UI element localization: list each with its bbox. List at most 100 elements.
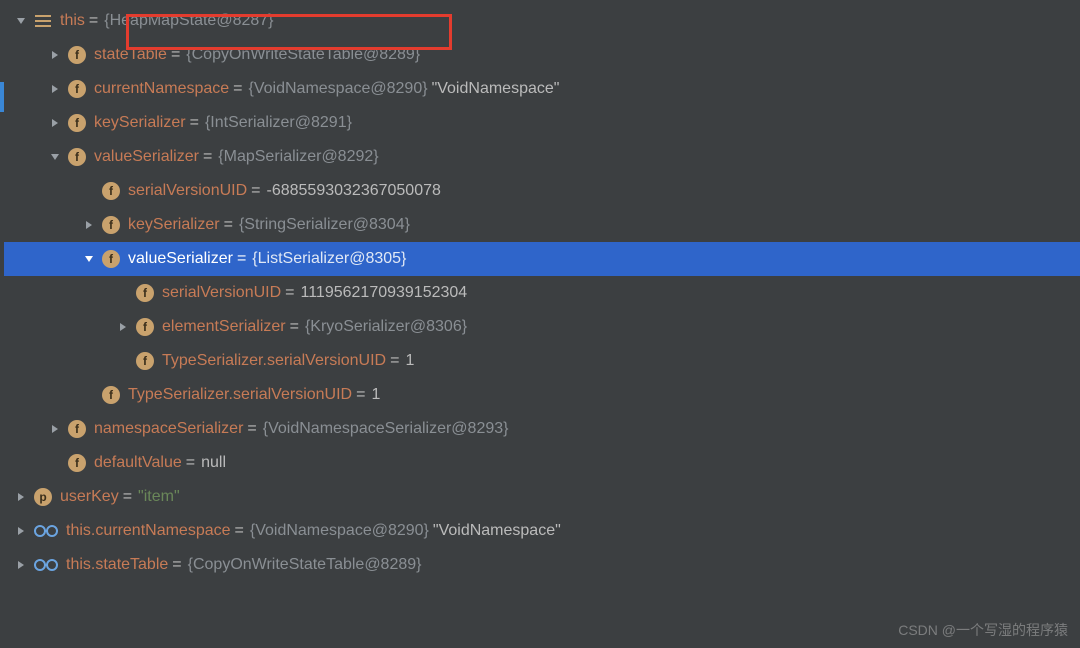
field-icon: f: [136, 352, 154, 370]
equals-sign: =: [224, 216, 233, 234]
watch-icon: [34, 556, 58, 574]
field-icon: f: [68, 80, 86, 98]
expand-arrow-right-icon[interactable]: [48, 48, 62, 62]
expand-arrow-right-icon[interactable]: [14, 490, 28, 504]
tree-row[interactable]: f keySerializer = {StringSerializer@8304}: [0, 208, 1080, 242]
field-icon: f: [68, 454, 86, 472]
field-icon: f: [102, 182, 120, 200]
variable-value: {HeapMapState@8287}: [104, 12, 273, 30]
variables-tree[interactable]: this = {HeapMapState@8287}fstateTable = …: [0, 0, 1080, 582]
variable-value: 1: [405, 352, 414, 370]
equals-sign: =: [89, 12, 98, 30]
equals-sign: =: [186, 454, 195, 472]
tree-row[interactable]: f keySerializer = {IntSerializer@8291}: [0, 106, 1080, 140]
variable-name: TypeSerializer.serialVersionUID: [128, 386, 352, 404]
field-icon: f: [102, 250, 120, 268]
variable-name: userKey: [60, 488, 119, 506]
variable-name: serialVersionUID: [128, 182, 247, 200]
tree-row[interactable]: f TypeSerializer.serialVersionUID = 1: [0, 344, 1080, 378]
field-icon: f: [68, 114, 86, 132]
variable-value: {CopyOnWriteStateTable@8289}: [188, 556, 422, 574]
field-icon: f: [68, 420, 86, 438]
expand-arrow-right-icon[interactable]: [116, 320, 130, 334]
variable-name: serialVersionUID: [162, 284, 281, 302]
variable-name: namespaceSerializer: [94, 420, 243, 438]
variable-value: {IntSerializer@8291}: [205, 114, 352, 132]
equals-sign: =: [172, 556, 181, 574]
equals-sign: =: [123, 488, 132, 506]
variable-name: elementSerializer: [162, 318, 286, 336]
tree-row[interactable]: f serialVersionUID = -6885593032367050078: [0, 174, 1080, 208]
variable-string-repr: "VoidNamespace": [433, 522, 561, 540]
variable-value: "item": [138, 488, 180, 506]
variable-value: {StringSerializer@8304}: [239, 216, 410, 234]
variable-name: this.stateTable: [66, 556, 168, 574]
expand-arrow-right-icon[interactable]: [48, 116, 62, 130]
expand-arrow-down-icon[interactable]: [14, 14, 28, 28]
tree-row[interactable]: fvalueSerializer = {ListSerializer@8305}: [0, 242, 1080, 276]
expand-arrow-down-icon[interactable]: [48, 150, 62, 164]
variable-name: keySerializer: [128, 216, 220, 234]
tree-row[interactable]: f serialVersionUID = 1119562170939152304: [0, 276, 1080, 310]
variable-name: valueSerializer: [128, 250, 233, 268]
equals-sign: =: [251, 182, 260, 200]
variable-name: TypeSerializer.serialVersionUID: [162, 352, 386, 370]
equals-sign: =: [171, 46, 180, 64]
variable-value: {MapSerializer@8292}: [218, 148, 378, 166]
tree-row[interactable]: f valueSerializer = {MapSerializer@8292}: [0, 140, 1080, 174]
variable-name: defaultValue: [94, 454, 182, 472]
breakpoint-marker: [0, 82, 4, 112]
variable-name: stateTable: [94, 46, 167, 64]
field-icon: f: [68, 148, 86, 166]
variable-value: {VoidNamespace@8290}: [249, 80, 428, 98]
equals-sign: =: [190, 114, 199, 132]
equals-sign: =: [390, 352, 399, 370]
equals-sign: =: [247, 420, 256, 438]
variable-string-repr: "VoidNamespace": [432, 80, 560, 98]
expand-arrow-right-icon[interactable]: [14, 558, 28, 572]
variable-value: 1: [371, 386, 380, 404]
variable-value: null: [201, 454, 226, 472]
parameter-icon: p: [34, 488, 52, 506]
expand-arrow-right-icon[interactable]: [14, 524, 28, 538]
variable-name: valueSerializer: [94, 148, 199, 166]
field-icon: f: [136, 318, 154, 336]
this-icon: [34, 12, 52, 30]
equals-sign: =: [203, 148, 212, 166]
equals-sign: =: [285, 284, 294, 302]
tree-row[interactable]: p userKey = "item": [0, 480, 1080, 514]
watermark: CSDN @一个写湿的程序猿: [898, 620, 1068, 640]
tree-row[interactable]: f elementSerializer = {KryoSerializer@830…: [0, 310, 1080, 344]
variable-value: {VoidNamespaceSerializer@8293}: [263, 420, 509, 438]
equals-sign: =: [237, 250, 246, 268]
tree-row[interactable]: this = {HeapMapState@8287}: [0, 4, 1080, 38]
variable-value: {KryoSerializer@8306}: [305, 318, 467, 336]
expand-arrow-right-icon[interactable]: [48, 82, 62, 96]
expand-arrow-down-icon[interactable]: [82, 252, 96, 266]
field-icon: f: [102, 216, 120, 234]
variable-value: -6885593032367050078: [267, 182, 441, 200]
field-icon: f: [102, 386, 120, 404]
variable-name: currentNamespace: [94, 80, 229, 98]
equals-sign: =: [235, 522, 244, 540]
expand-arrow-right-icon[interactable]: [48, 422, 62, 436]
tree-row[interactable]: f stateTable = {CopyOnWriteStateTable@828…: [0, 38, 1080, 72]
field-icon: f: [136, 284, 154, 302]
equals-sign: =: [233, 80, 242, 98]
variable-value: {CopyOnWriteStateTable@8289}: [186, 46, 420, 64]
field-icon: f: [68, 46, 86, 64]
variable-value: 1119562170939152304: [301, 284, 468, 302]
tree-row[interactable]: f currentNamespace = {VoidNamespace@8290}…: [0, 72, 1080, 106]
watch-icon: [34, 522, 58, 540]
expand-arrow-right-icon[interactable]: [82, 218, 96, 232]
tree-row[interactable]: this.stateTable = {CopyOnWriteStateTable…: [0, 548, 1080, 582]
tree-row[interactable]: f namespaceSerializer = {VoidNamespaceSer…: [0, 412, 1080, 446]
variable-value: {VoidNamespace@8290}: [250, 522, 429, 540]
tree-row[interactable]: f defaultValue = null: [0, 446, 1080, 480]
equals-sign: =: [356, 386, 365, 404]
variable-name: keySerializer: [94, 114, 186, 132]
tree-row[interactable]: f TypeSerializer.serialVersionUID = 1: [0, 378, 1080, 412]
variable-name: this: [60, 12, 85, 30]
tree-row[interactable]: this.currentNamespace = {VoidNamespace@8…: [0, 514, 1080, 548]
equals-sign: =: [290, 318, 299, 336]
